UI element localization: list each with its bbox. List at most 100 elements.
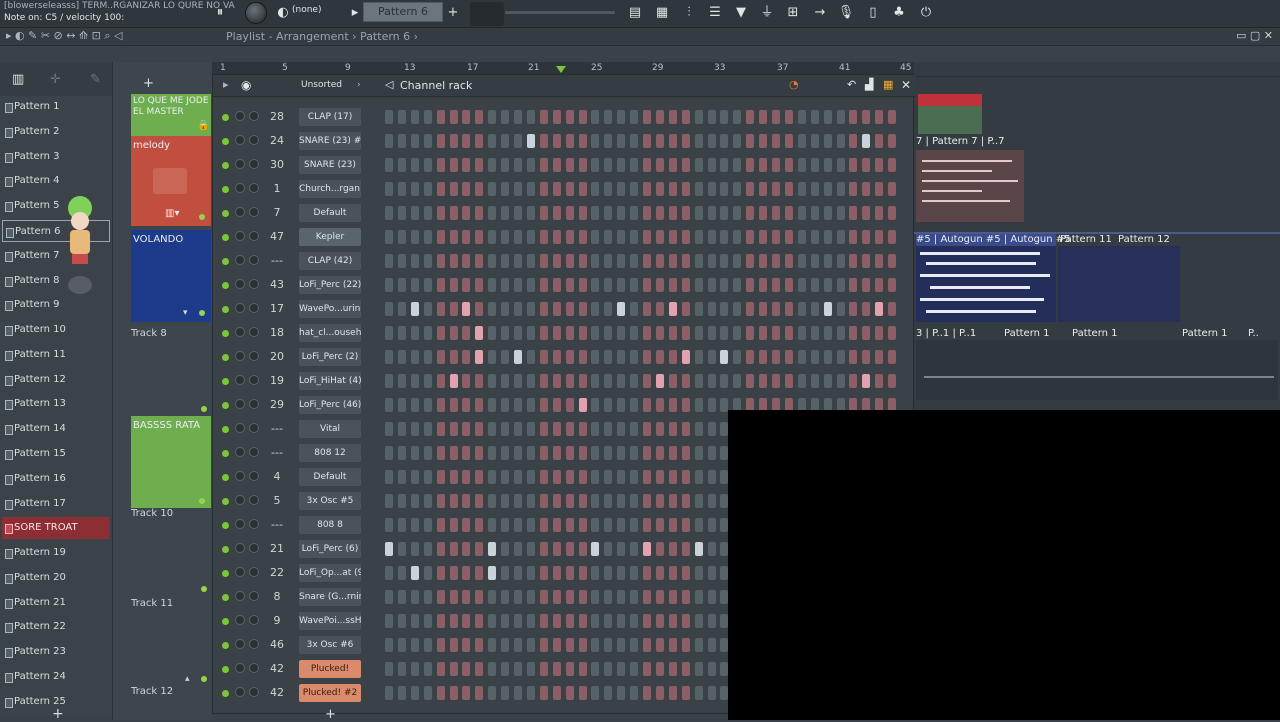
step-button[interactable] xyxy=(720,158,729,172)
step-button[interactable] xyxy=(797,326,806,340)
clip-pattern-11-label[interactable]: Pattern 11 xyxy=(1060,234,1112,246)
step-button[interactable] xyxy=(449,518,458,532)
step-button[interactable] xyxy=(526,494,535,508)
step-button[interactable] xyxy=(475,350,484,364)
step-button[interactable] xyxy=(875,374,884,388)
step-button[interactable] xyxy=(578,542,587,556)
pattern-item[interactable]: Pattern 3 xyxy=(2,146,110,168)
step-button[interactable] xyxy=(488,254,497,268)
channel-name-button[interactable]: 3x Osc #6 xyxy=(299,636,361,654)
step-button[interactable] xyxy=(694,110,703,124)
channel-row[interactable]: 17 WavePo...urine1 xyxy=(213,297,913,321)
step-button[interactable] xyxy=(462,566,471,580)
step-button[interactable] xyxy=(694,470,703,484)
step-button[interactable] xyxy=(604,494,613,508)
step-button[interactable] xyxy=(488,182,497,196)
step-button[interactable] xyxy=(423,230,432,244)
step-button[interactable] xyxy=(888,110,897,124)
step-button[interactable] xyxy=(436,542,445,556)
step-button[interactable] xyxy=(514,614,522,628)
step-button[interactable] xyxy=(410,278,419,292)
step-button[interactable] xyxy=(591,518,600,532)
step-button[interactable] xyxy=(488,686,497,700)
step-button[interactable] xyxy=(617,254,626,268)
step-button[interactable] xyxy=(385,614,393,628)
step-button[interactable] xyxy=(681,446,690,460)
step-button[interactable] xyxy=(462,398,471,412)
step-button[interactable] xyxy=(436,662,445,676)
step-button[interactable] xyxy=(810,278,819,292)
step-button[interactable] xyxy=(681,374,690,388)
step-button[interactable] xyxy=(385,662,393,676)
step-button[interactable] xyxy=(655,590,664,604)
step-button[interactable] xyxy=(436,590,445,604)
step-button[interactable] xyxy=(436,254,445,268)
step-button[interactable] xyxy=(539,374,548,388)
step-button[interactable] xyxy=(617,302,626,316)
step-button[interactable] xyxy=(462,254,471,268)
step-button[interactable] xyxy=(707,686,716,700)
step-button[interactable] xyxy=(604,374,613,388)
channel-led[interactable] xyxy=(222,426,229,433)
step-button[interactable] xyxy=(694,326,703,340)
step-button[interactable] xyxy=(552,542,561,556)
step-button[interactable] xyxy=(397,302,406,316)
step-button[interactable] xyxy=(436,302,445,316)
step-button[interactable] xyxy=(604,182,613,196)
step-button[interactable] xyxy=(397,134,406,148)
step-button[interactable] xyxy=(707,326,716,340)
channel-name-button[interactable]: Plucked! #2 xyxy=(299,684,361,702)
step-button[interactable] xyxy=(410,686,419,700)
step-button[interactable] xyxy=(514,542,522,556)
step-button[interactable] xyxy=(552,254,561,268)
step-button[interactable] xyxy=(681,182,690,196)
step-button[interactable] xyxy=(552,662,561,676)
volume-knob[interactable] xyxy=(249,255,259,265)
step-button[interactable] xyxy=(385,638,393,652)
piano-roll-icon[interactable]: ▦ xyxy=(652,4,672,22)
step-button[interactable] xyxy=(733,254,742,268)
step-button[interactable] xyxy=(875,278,884,292)
step-button[interactable] xyxy=(823,302,832,316)
step-button[interactable] xyxy=(436,134,445,148)
step-button[interactable] xyxy=(707,662,716,676)
step-button[interactable] xyxy=(888,230,897,244)
step-button[interactable] xyxy=(423,182,432,196)
channel-led[interactable] xyxy=(222,522,229,529)
step-button[interactable] xyxy=(385,158,393,172)
step-button[interactable] xyxy=(630,470,639,484)
step-button[interactable] xyxy=(681,686,690,700)
step-button[interactable] xyxy=(875,206,884,220)
step-button[interactable] xyxy=(578,470,587,484)
step-button[interactable] xyxy=(759,326,768,340)
step-button[interactable] xyxy=(694,662,703,676)
step-button[interactable] xyxy=(423,638,432,652)
step-button[interactable] xyxy=(397,638,406,652)
clip-pattern-11[interactable] xyxy=(1058,246,1180,322)
step-button[interactable] xyxy=(849,326,858,340)
step-button[interactable] xyxy=(810,230,819,244)
pattern-item[interactable]: Pattern 19 xyxy=(2,542,110,564)
step-button[interactable] xyxy=(655,662,664,676)
mixer-track-number[interactable]: 46 xyxy=(263,636,291,654)
step-button[interactable] xyxy=(397,518,406,532)
step-button[interactable] xyxy=(875,230,884,244)
step-button[interactable] xyxy=(539,422,548,436)
step-button[interactable] xyxy=(733,158,742,172)
chevron-down-icon[interactable]: ▾ xyxy=(183,308,188,318)
step-button[interactable] xyxy=(655,566,664,580)
volume-knob[interactable] xyxy=(249,471,259,481)
volume-knob[interactable] xyxy=(249,231,259,241)
step-button[interactable] xyxy=(385,326,393,340)
track-5-dot[interactable] xyxy=(199,498,205,504)
step-button[interactable] xyxy=(475,542,484,556)
step-button[interactable] xyxy=(565,110,574,124)
step-button[interactable] xyxy=(526,446,535,460)
step-button[interactable] xyxy=(578,158,587,172)
step-button[interactable] xyxy=(630,350,639,364)
step-button[interactable] xyxy=(565,158,574,172)
step-button[interactable] xyxy=(539,662,548,676)
step-button[interactable] xyxy=(681,638,690,652)
step-button[interactable] xyxy=(410,302,419,316)
step-button[interactable] xyxy=(862,278,871,292)
